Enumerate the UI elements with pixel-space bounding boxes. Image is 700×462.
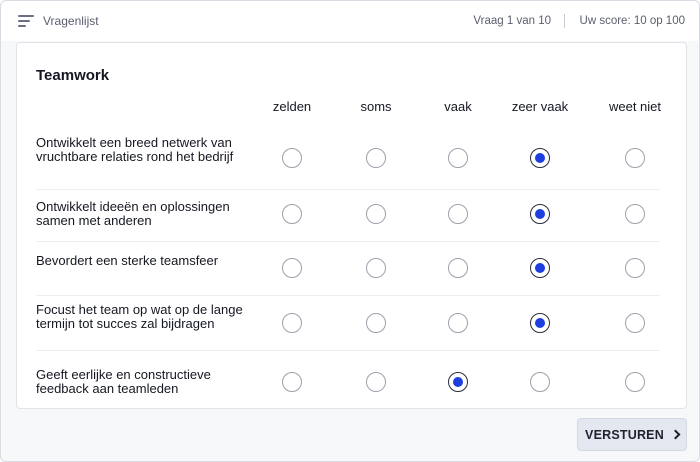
question-label: Ontwikkelt ideeën en oplossingen samen m… (36, 199, 230, 228)
radio-soms[interactable] (366, 313, 386, 333)
question-label: Focust het team op wat op de lange termi… (36, 302, 243, 331)
app-window: Vragenlijst Vraag 1 van 10 Uw score: 10 … (0, 0, 700, 462)
radio-zelden[interactable] (282, 258, 302, 278)
row-divider (36, 295, 660, 296)
question-progress: Vraag 1 van 10 (473, 15, 551, 27)
radio-soms[interactable] (366, 258, 386, 278)
header-divider (564, 14, 565, 28)
question-label: Bevordert een sterke teamsfeer (36, 253, 219, 268)
radio-zelden[interactable] (282, 313, 302, 333)
radio-zelden[interactable] (282, 204, 302, 224)
score-display: Uw score: 10 op 100 (579, 15, 685, 27)
chevron-right-icon (670, 429, 681, 440)
radio-zeer-vaak[interactable] (530, 204, 550, 224)
row-divider (36, 350, 660, 351)
radio-vaak[interactable] (448, 148, 468, 168)
radio-weet-niet[interactable] (625, 148, 645, 168)
column-header-vaak: vaak (444, 99, 472, 114)
radio-zelden[interactable] (282, 372, 302, 392)
column-header-soms: soms (360, 99, 392, 114)
radio-zeer-vaak[interactable] (530, 372, 550, 392)
question-card: Teamwork zelden soms vaak zeer vaak weet… (16, 42, 687, 409)
radio-zeer-vaak[interactable] (530, 258, 550, 278)
radio-soms[interactable] (366, 204, 386, 224)
radio-zeer-vaak[interactable] (530, 313, 550, 333)
submit-label: VERSTUREN (585, 427, 664, 442)
section-title: Teamwork (36, 67, 110, 84)
radio-vaak[interactable] (448, 313, 468, 333)
column-header-zeer-vaak: zeer vaak (511, 99, 569, 114)
top-bar: Vragenlijst Vraag 1 van 10 Uw score: 10 … (1, 1, 699, 41)
radio-weet-niet[interactable] (625, 204, 645, 224)
radio-weet-niet[interactable] (625, 313, 645, 333)
radio-vaak[interactable] (448, 258, 468, 278)
radio-soms[interactable] (366, 372, 386, 392)
column-header-zelden: zelden (272, 99, 312, 114)
radio-zeer-vaak[interactable] (530, 148, 550, 168)
row-divider (36, 241, 660, 242)
question-label: Ontwikkelt een breed netwerk van vruchtb… (36, 135, 234, 164)
question-label: Geeft eerlijke en constructieve feedback… (36, 367, 211, 396)
radio-soms[interactable] (366, 148, 386, 168)
submit-button[interactable]: VERSTUREN (577, 418, 687, 451)
radio-zelden[interactable] (282, 148, 302, 168)
radio-weet-niet[interactable] (625, 258, 645, 278)
radio-vaak[interactable] (448, 204, 468, 224)
menu-lines-icon[interactable] (18, 15, 34, 27)
row-divider (36, 189, 660, 190)
app-title: Vragenlijst (43, 14, 99, 28)
radio-weet-niet[interactable] (625, 372, 645, 392)
radio-vaak[interactable] (448, 372, 468, 392)
column-header-weet-niet: weet niet (608, 99, 662, 114)
